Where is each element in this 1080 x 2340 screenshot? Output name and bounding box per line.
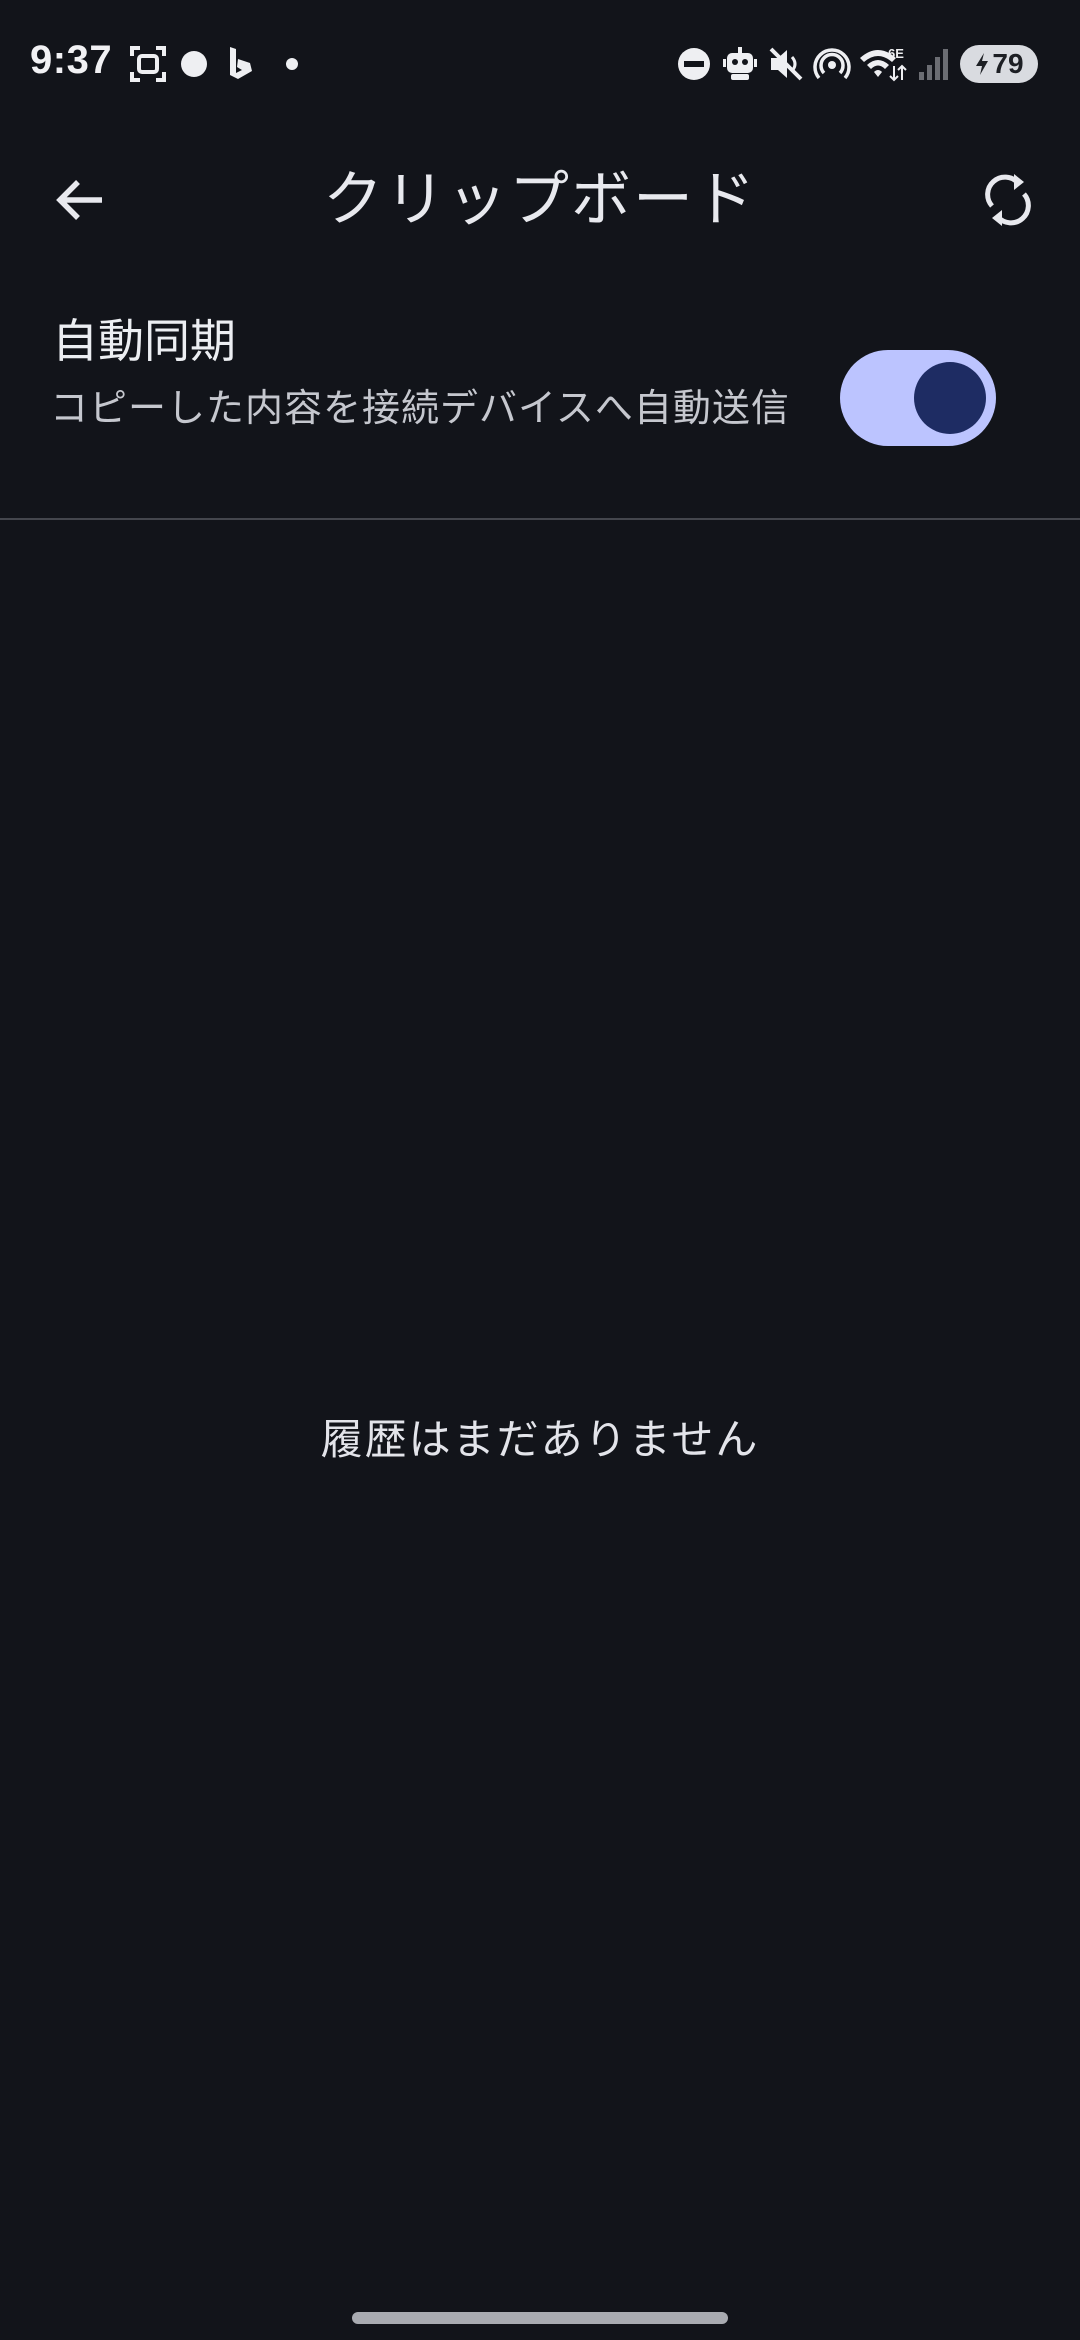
gesture-navigation-bar[interactable] (352, 2312, 728, 2324)
empty-history-message: 履歴はまだありません (320, 1415, 760, 1464)
page-title: クリップボード (323, 165, 757, 235)
sync-icon (985, 174, 1031, 226)
toggle-thumb (914, 362, 986, 434)
hotspot-icon (810, 42, 854, 86)
status-bar: 9:37 6E 79 (0, 0, 1080, 130)
screenshot-icon (126, 42, 170, 86)
app-bar: クリップボード (0, 130, 1080, 270)
do-not-disturb-icon (672, 42, 716, 86)
auto-sync-description: コピーした内容を接続デバイスへ自動送信 (50, 386, 790, 430)
battery-charging-icon: 79 (960, 45, 1038, 83)
divider (0, 518, 1080, 520)
auto-sync-row[interactable]: 自動同期 コピーした内容を接続デバイスへ自動送信 (0, 300, 1080, 518)
wifi-6e-icon: 6E (858, 42, 908, 86)
notification-dot-icon (270, 42, 314, 86)
sync-button[interactable] (968, 160, 1048, 240)
cell-signal-icon (912, 42, 956, 86)
battery-level: 79 (992, 48, 1024, 79)
bing-icon (218, 42, 262, 86)
auto-sync-toggle[interactable] (840, 350, 996, 446)
mute-icon (764, 42, 808, 86)
auto-sync-title: 自動同期 (52, 314, 236, 368)
status-time: 9:37 (30, 38, 113, 82)
robot-icon (718, 42, 762, 86)
record-dot-icon (172, 42, 216, 86)
svg-text:6E: 6E (888, 46, 904, 61)
